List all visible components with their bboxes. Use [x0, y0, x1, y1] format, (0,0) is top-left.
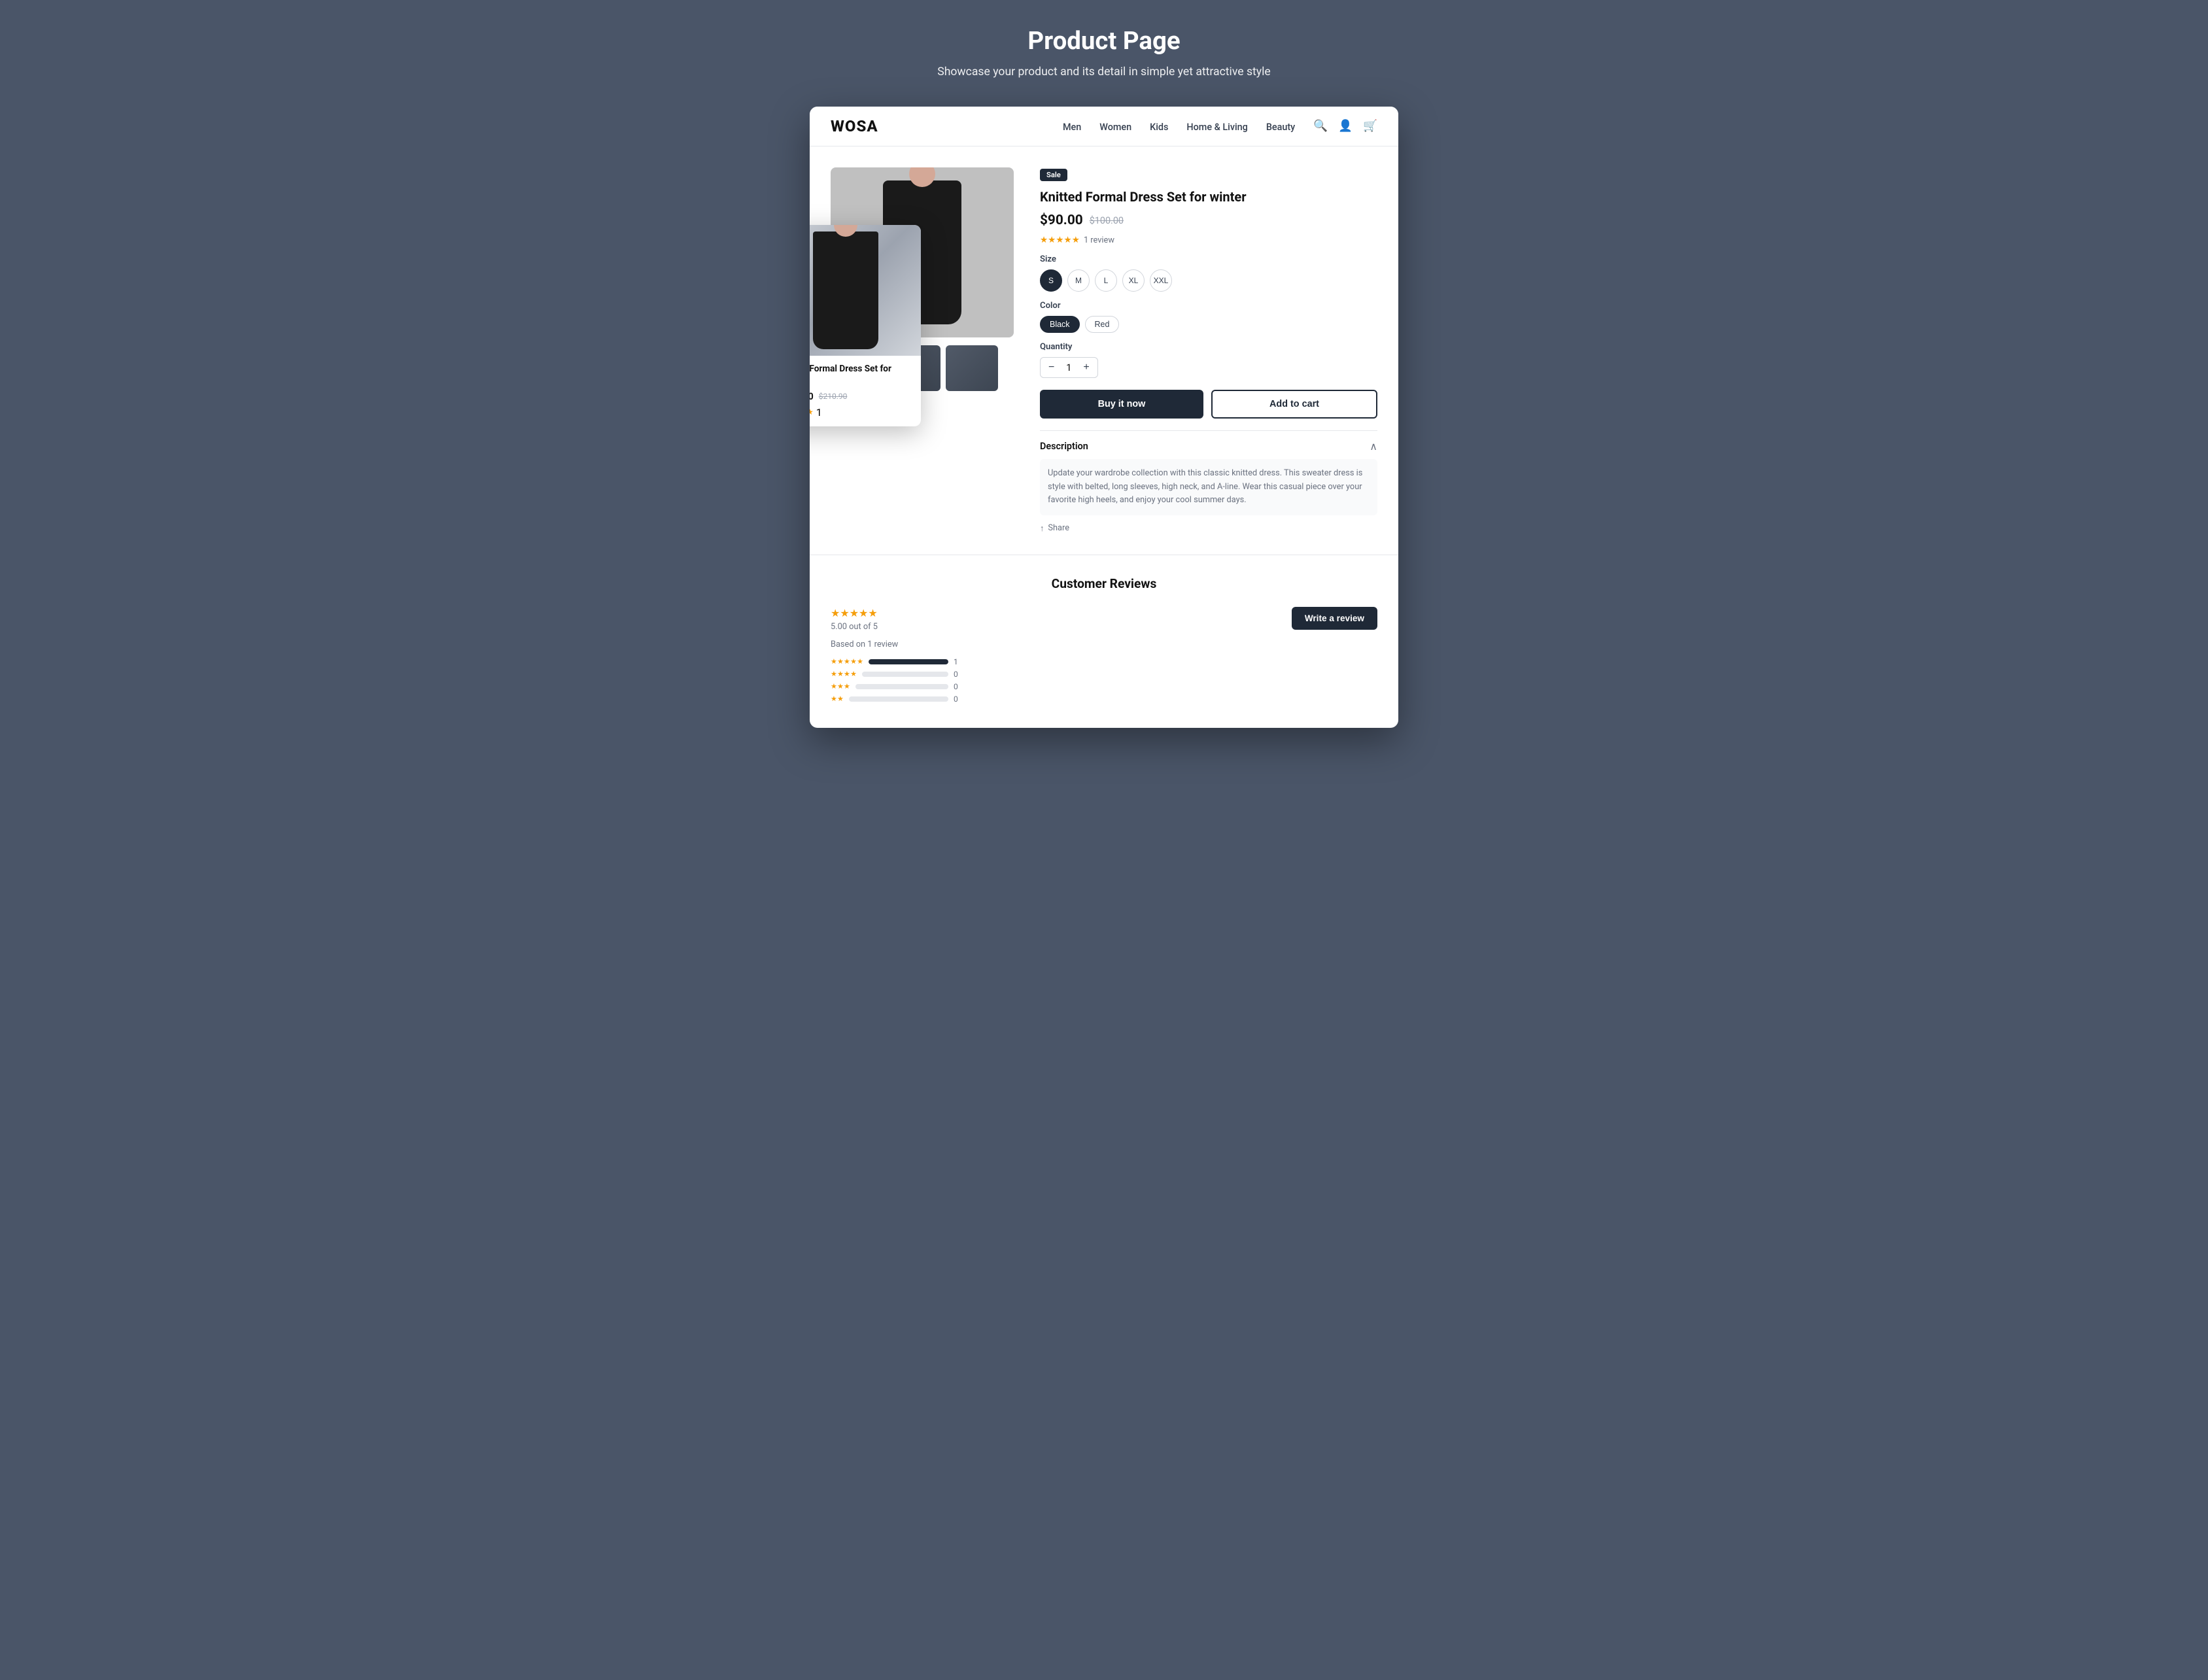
size-label: Size: [1040, 254, 1377, 264]
rating-row: ★★★★★ 1 review: [1040, 235, 1377, 245]
navbar-nav: Men Women Kids Home & Living Beauty: [1063, 120, 1295, 133]
product-info: Sale Knitted Formal Dress Set for winter…: [1040, 167, 1377, 533]
reviews-grid: ★★★★★ 5.00 out of 5 Based on 1 review ★★…: [831, 607, 1377, 707]
popup-stars: ★★★★★: [810, 407, 814, 417]
cart-icon[interactable]: 🛒: [1363, 120, 1377, 133]
bar-2-track: [849, 696, 948, 702]
nav-item-homeliving[interactable]: Home & Living: [1186, 120, 1247, 133]
bar-3-stars: ★★★: [831, 682, 850, 691]
description-title: Description: [1040, 441, 1088, 452]
price-original: $100.00: [1090, 215, 1124, 226]
navbar: WOSA Men Women Kids Home & Living Beauty…: [810, 107, 1398, 146]
product-popup-card: Sale -10% Knitted Formal Dress Set for w…: [810, 225, 921, 426]
product-section: Sale -10% Knitted Formal Dress Set for w…: [810, 146, 1398, 554]
reviews-summary: ★★★★★ 5.00 out of 5 Based on 1 review ★★…: [831, 607, 961, 707]
rating-bar-2: ★★ 0: [831, 694, 961, 704]
description-section: Description ∧ Update your wardrobe colle…: [1040, 430, 1377, 533]
rating-bar-5: ★★★★★ 1: [831, 657, 961, 666]
search-icon[interactable]: 🔍: [1313, 120, 1328, 133]
action-buttons: Buy it now Add to cart: [1040, 390, 1377, 419]
product-stars: ★★★★★: [1040, 235, 1080, 245]
popup-model-figure: [813, 231, 878, 349]
size-btn-l[interactable]: L: [1095, 269, 1117, 292]
size-btn-m[interactable]: M: [1067, 269, 1090, 292]
quantity-decrease-button[interactable]: −: [1048, 362, 1054, 373]
reviews-section: Customer Reviews ★★★★★ 5.00 out of 5 Bas…: [810, 555, 1398, 728]
size-btn-s[interactable]: S: [1040, 269, 1062, 292]
rating-bar-3: ★★★ 0: [831, 682, 961, 691]
bar-3-track: [855, 684, 948, 689]
quantity-controls: − 1 +: [1040, 357, 1098, 378]
description-toggle[interactable]: ∧: [1370, 440, 1377, 453]
bar-2-count: 0: [954, 694, 961, 704]
popup-price-current: $180.00: [810, 391, 814, 402]
quantity-row: − 1 +: [1040, 357, 1377, 378]
sale-badge: Sale: [1040, 169, 1067, 181]
nav-item-beauty[interactable]: Beauty: [1266, 120, 1295, 133]
quantity-value: 1: [1063, 362, 1074, 373]
bar-4-track: [862, 672, 948, 677]
reviews-title: Customer Reviews: [831, 576, 1377, 591]
popup-body: Knitted Formal Dress Set for winter $180…: [810, 356, 921, 426]
nav-item-kids[interactable]: Kids: [1150, 120, 1168, 133]
size-options: S M L XL XXL: [1040, 269, 1377, 292]
thumbnail-3-inner: [946, 345, 998, 391]
page-header: Product Page Showcase your product and i…: [13, 26, 2195, 80]
popup-product-title: Knitted Formal Dress Set for winter: [810, 364, 913, 386]
popup-review-count: 1: [816, 406, 822, 419]
bar-5-count: 1: [954, 657, 961, 666]
bar-5-fill: [869, 659, 948, 664]
description-text: Update your wardrobe collection with thi…: [1040, 459, 1377, 515]
write-review-button[interactable]: Write a review: [1292, 607, 1377, 630]
summary-rating-score: 5.00 out of 5: [831, 622, 961, 632]
color-btn-black[interactable]: Black: [1040, 316, 1080, 333]
price-current: $90.00: [1040, 213, 1083, 228]
size-btn-xl[interactable]: XL: [1122, 269, 1145, 292]
bar-2-stars: ★★: [831, 694, 844, 703]
navbar-icons: 🔍 👤 🛒: [1313, 120, 1377, 133]
brand-logo[interactable]: WOSA: [831, 117, 878, 135]
add-to-cart-button[interactable]: Add to cart: [1211, 390, 1377, 419]
user-icon[interactable]: 👤: [1338, 120, 1353, 133]
quantity-label: Quantity: [1040, 342, 1377, 352]
popup-rating: ★★★★★ 1: [810, 406, 913, 419]
color-options: Black Red: [1040, 316, 1377, 333]
share-label: Share: [1048, 523, 1069, 533]
popup-price-original: $210.90: [819, 392, 848, 401]
popup-prices: $180.00 $210.90: [810, 391, 913, 402]
description-header: Description ∧: [1040, 440, 1377, 453]
color-label: Color: [1040, 301, 1377, 311]
share-icon: ↑: [1040, 523, 1044, 534]
product-title: Knitted Formal Dress Set for winter: [1040, 188, 1377, 206]
buy-now-button[interactable]: Buy it now: [1040, 390, 1203, 419]
share-row[interactable]: ↑ Share: [1040, 523, 1377, 534]
bar-4-count: 0: [954, 670, 961, 679]
size-btn-xxl[interactable]: XXL: [1150, 269, 1172, 292]
bar-3-count: 0: [954, 682, 961, 691]
popup-product-image: Sale -10%: [810, 225, 921, 356]
page-title: Product Page: [13, 26, 2195, 56]
summary-based-on: Based on 1 review: [831, 640, 961, 649]
summary-stars: ★★★★★: [831, 607, 961, 619]
nav-item-men[interactable]: Men: [1063, 120, 1081, 133]
browser-window: WOSA Men Women Kids Home & Living Beauty…: [810, 107, 1398, 727]
color-btn-red[interactable]: Red: [1085, 316, 1120, 333]
thumbnail-3[interactable]: [946, 345, 998, 391]
rating-bar-4: ★★★★ 0: [831, 670, 961, 679]
page-subtitle: Showcase your product and its detail in …: [13, 63, 2195, 80]
bar-5-track: [869, 659, 948, 664]
review-count: 1 review: [1084, 235, 1114, 245]
nav-item-women[interactable]: Women: [1099, 120, 1131, 133]
price-row: $90.00 $100.00: [1040, 213, 1377, 228]
bar-4-stars: ★★★★: [831, 670, 857, 678]
quantity-increase-button[interactable]: +: [1083, 362, 1089, 373]
bar-5-stars: ★★★★★: [831, 657, 863, 666]
